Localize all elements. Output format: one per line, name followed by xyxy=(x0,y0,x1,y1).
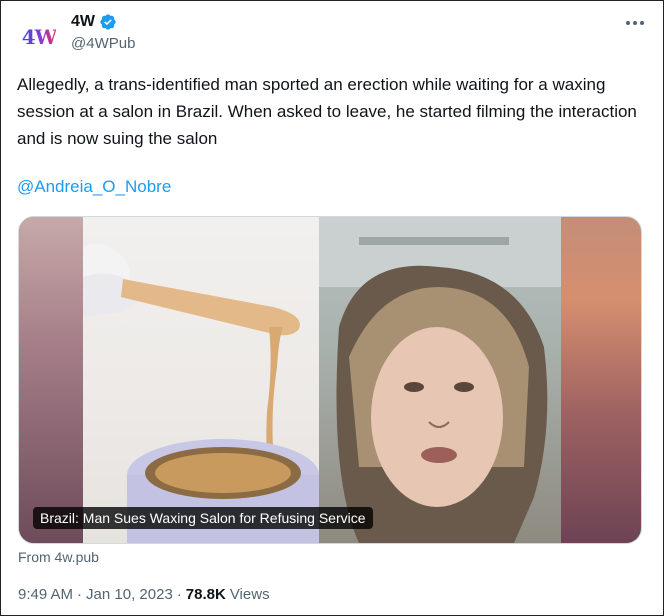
link-source[interactable]: From 4w.pub xyxy=(18,549,99,565)
media-card[interactable]: Brazil: Man Sues Waxing Salon for Refusi… xyxy=(18,216,642,544)
views-label: Views xyxy=(229,586,270,603)
media-blur-left xyxy=(19,217,83,543)
meta-separator: · xyxy=(176,586,182,603)
meta-separator: · xyxy=(77,586,83,603)
media-blur-right xyxy=(561,217,641,543)
avatar-logo: 4W xyxy=(21,25,57,49)
tweet-text: Allegedly, a trans-identified man sporte… xyxy=(17,75,637,148)
tweet-card: 4W 4W @4WPub Allegedly, a trans-identifi… xyxy=(0,0,664,616)
display-name[interactable]: 4W xyxy=(71,13,95,31)
avatar[interactable]: 4W xyxy=(17,15,61,59)
verified-badge-icon xyxy=(99,13,117,31)
more-horizontal-icon[interactable] xyxy=(623,13,647,33)
tweet-time[interactable]: 9:49 AM xyxy=(18,586,73,603)
media-caption: Brazil: Man Sues Waxing Salon for Refusi… xyxy=(33,507,373,529)
name-row: 4W xyxy=(71,13,117,31)
tweet-meta: 9:49 AM · Jan 10, 2023 · 78.8K Views xyxy=(18,586,270,603)
wax-pot-image xyxy=(83,217,319,543)
video-still-image xyxy=(319,217,561,543)
tweet-date[interactable]: Jan 10, 2023 xyxy=(86,586,173,603)
views-count: 78.8K xyxy=(185,586,226,603)
user-handle[interactable]: @4WPub xyxy=(71,35,135,52)
tweet-header: 4W 4W @4WPub xyxy=(17,13,647,61)
mention-link[interactable]: @Andreia_O_Nobre xyxy=(17,177,171,197)
